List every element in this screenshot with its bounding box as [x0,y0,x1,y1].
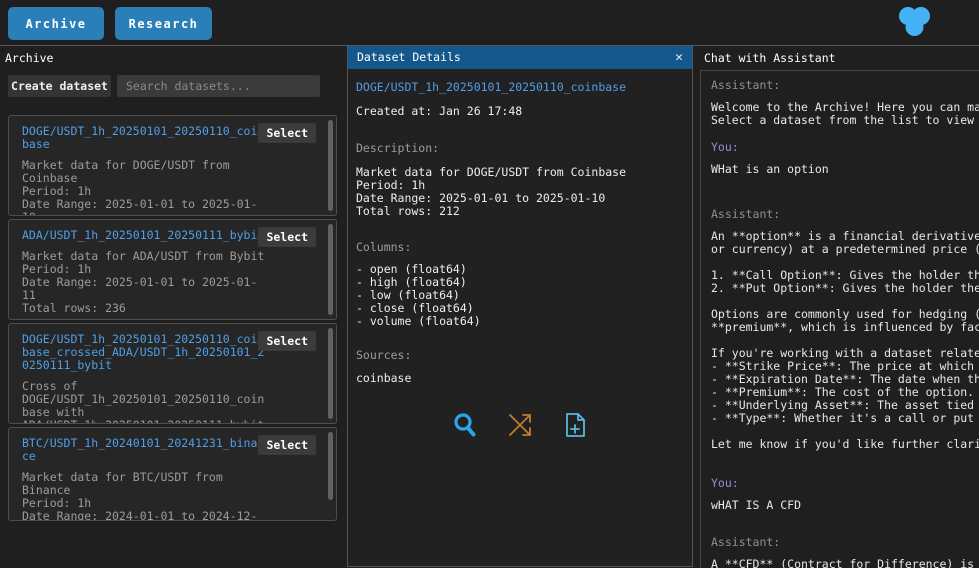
card-scrollbar[interactable] [328,432,333,500]
dataset-description: Market data for ADA/USDT from Bybit Peri… [22,249,265,315]
chat-message: You: wHAT IS A CFD [711,477,979,512]
message-text: An **option** is a financial derivative … [711,229,979,451]
dataset-title-link[interactable]: DOGE/USDT_1h_20250101_20250110_coinbase [22,125,267,151]
select-dataset-button[interactable]: Select [258,123,316,143]
dataset-card[interactable]: ADA/USDT_1h_20250101_20250111_bybit Sele… [8,219,337,320]
details-action-bar [356,411,684,439]
message-text: Welcome to the Archive! Here you can ma … [711,100,979,127]
source-text: coinbase [356,371,412,385]
dataset-description: Cross of DOGE/USDT_1h_20250101_20250110_… [22,379,265,424]
cross-datasets-icon[interactable] [507,411,533,439]
user-role-label: You: [711,140,739,154]
dataset-details-title: Dataset Details [357,50,461,64]
chat-panel: Chat with Assistant Assistant: Welcome t… [698,46,979,568]
message-text: A **CFD** (Contract for Difference) is [711,557,979,568]
select-dataset-button[interactable]: Select [258,331,316,351]
search-icon[interactable] [452,411,478,439]
assistant-role-label: Assistant: [711,207,781,221]
search-datasets-input[interactable] [117,75,320,97]
card-scrollbar[interactable] [328,224,333,315]
archive-panel: Archive Create dataset DOGE/USDT_1h_2025… [0,46,345,568]
dataset-card[interactable]: DOGE/USDT_1h_20250101_20250110_coinbase … [8,115,337,216]
select-dataset-button[interactable]: Select [258,435,316,455]
message-text: wHAT IS A CFD [711,498,802,512]
select-dataset-button[interactable]: Select [258,227,316,247]
dataset-card[interactable]: DOGE/USDT_1h_20250101_20250110_coinbase_… [8,323,337,424]
assistant-role-label: Assistant: [711,78,781,92]
card-scrollbar[interactable] [328,120,333,211]
dataset-title-link[interactable]: ADA/USDT_1h_20250101_20250111_bybit [22,229,267,242]
chat-message: Assistant: Welcome to the Archive! Here … [711,79,979,127]
dataset-list: DOGE/USDT_1h_20250101_20250110_coinbase … [8,115,337,524]
sources-label: Sources: [356,348,412,362]
top-navigation-bar: Archive Research [0,0,979,46]
chat-message: You: WHat is an option [711,141,979,176]
card-scrollbar[interactable] [328,328,333,419]
dataset-details-panel: Dataset Details ✕ DOGE/USDT_1h_20250101_… [347,45,693,567]
columns-label: Columns: [356,240,412,254]
create-dataset-button[interactable]: Create dataset [8,75,111,97]
description-text: Market data for DOGE/USDT from Coinbase … [356,165,627,218]
column-item: - volume (float64) [356,314,481,328]
dataset-title-link[interactable]: DOGE/USDT_1h_20250101_20250110_coinbase_… [22,333,267,372]
dataset-details-header: Dataset Details ✕ [348,46,692,69]
new-file-icon[interactable] [562,411,588,439]
chat-message: Assistant: A **CFD** (Contract for Diffe… [711,536,979,568]
dataset-title-link[interactable]: BTC/USDT_1h_20240101_20241231_binance [22,437,267,463]
dataset-name-link[interactable]: DOGE/USDT_1h_20250101_20250110_coinbase [356,81,684,94]
dataset-description: Market data for BTC/USDT from Binance Pe… [22,470,258,521]
app-window: Archive Research Archive Create dataset … [0,0,979,568]
dataset-description: Market data for DOGE/USDT from Coinbase … [22,158,258,216]
columns-list: - open (float64) - high (float64) - low … [356,263,684,328]
app-logo-icon [899,7,930,36]
archive-nav-button[interactable]: Archive [8,7,104,40]
description-label: Description: [356,141,440,155]
chat-message-area[interactable]: Assistant: Welcome to the Archive! Here … [700,70,979,568]
dataset-card[interactable]: BTC/USDT_1h_20240101_20241231_binance Se… [8,427,337,521]
chat-panel-title: Chat with Assistant [704,51,836,65]
archive-panel-title: Archive [5,51,54,65]
message-text: WHat is an option [711,162,829,176]
assistant-role-label: Assistant: [711,535,781,549]
chat-message: Assistant: An **option** is a financial … [711,208,979,451]
close-icon[interactable]: ✕ [675,46,683,69]
created-at-text: Created at: Jan 26 17:48 [356,104,523,118]
dataset-details-body: DOGE/USDT_1h_20250101_20250110_coinbase … [348,69,692,439]
user-role-label: You: [711,476,739,490]
research-nav-button[interactable]: Research [115,7,212,40]
